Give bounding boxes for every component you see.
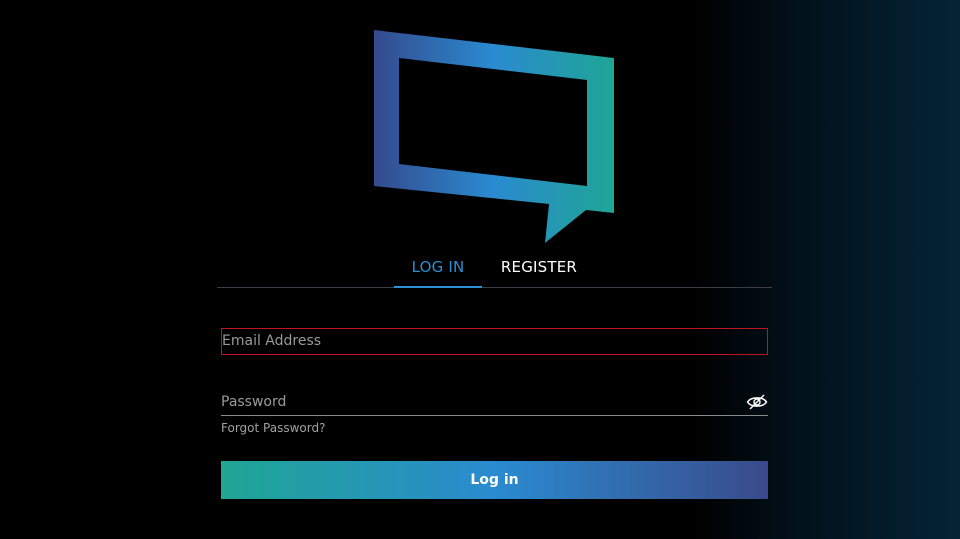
auth-tabs: LOG IN REGISTER xyxy=(217,250,772,288)
email-field-container xyxy=(221,328,768,355)
password-input[interactable] xyxy=(221,391,731,413)
password-field-container xyxy=(221,391,768,416)
login-button[interactable]: Log in xyxy=(221,461,768,499)
email-input[interactable] xyxy=(222,329,767,354)
forgot-password-link[interactable]: Forgot Password? xyxy=(221,421,325,435)
eye-slash-icon[interactable] xyxy=(746,393,768,411)
tab-register[interactable]: REGISTER xyxy=(489,258,589,286)
speech-bubble-logo-icon xyxy=(374,30,614,243)
tab-login[interactable]: LOG IN xyxy=(394,258,482,288)
